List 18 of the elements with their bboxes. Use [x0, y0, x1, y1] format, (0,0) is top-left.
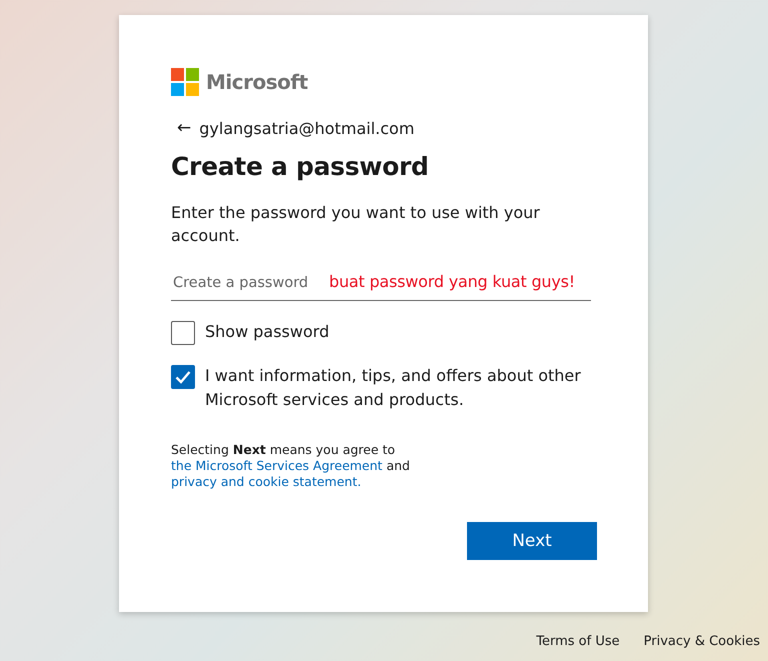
checkmark-icon: [175, 370, 191, 384]
account-email: gylangsatria@hotmail.com: [199, 118, 414, 138]
checkbox[interactable]: [171, 365, 195, 389]
footer-link[interactable]: Terms of Use: [536, 634, 620, 649]
back-button[interactable]: ←: [177, 118, 192, 138]
page-title: Create a password: [171, 152, 430, 181]
agreement-text: Selecting Next means you agree to the Microsoft Services Agreement and privacy and cookie statement.: [171, 442, 411, 490]
checkbox-label: I want information, tips, and offers about other Microsoft services and products.: [205, 365, 582, 411]
logo-icon: [171, 68, 199, 96]
services-agreement-link[interactable]: the Microsoft Services Agreement: [171, 458, 382, 473]
brand-name: Microsoft: [206, 70, 308, 94]
checkbox-label: Show password: [205, 321, 330, 343]
checkbox[interactable]: [171, 321, 195, 345]
footer-link[interactable]: Privacy & Cookies: [644, 634, 760, 649]
next-button[interactable]: Next: [467, 522, 597, 560]
annotation: buat password yang kuat guys!: [329, 272, 575, 291]
privacy-statement-link[interactable]: privacy and cookie statement.: [171, 474, 362, 489]
description: Enter the password you want to use with your account.: [171, 202, 541, 247]
